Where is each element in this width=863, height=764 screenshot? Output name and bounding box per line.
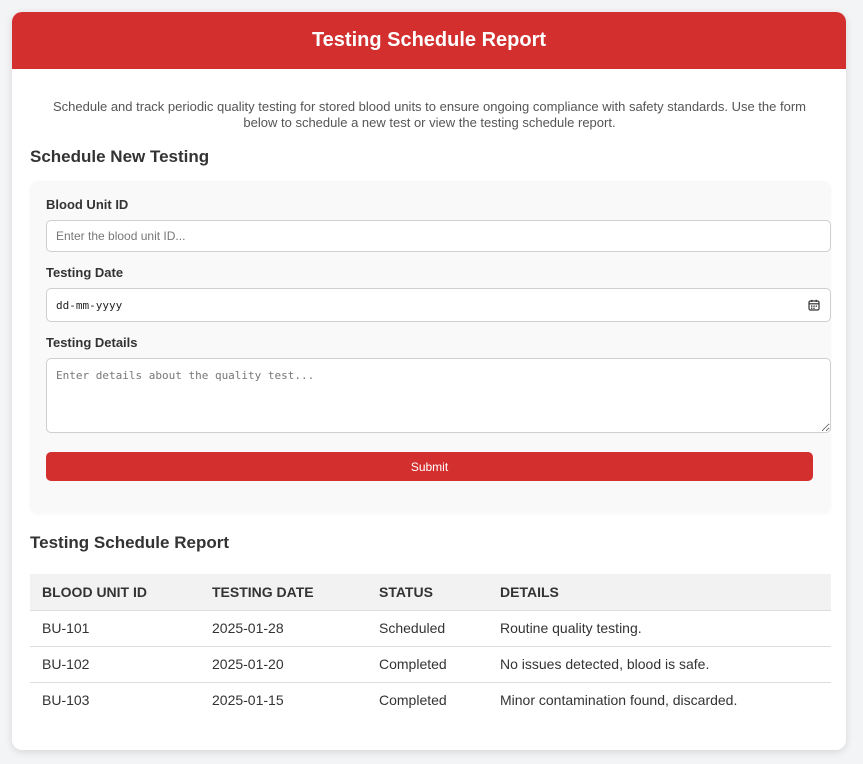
cell-status: Completed — [379, 692, 447, 709]
cell-details: Routine quality testing. — [488, 610, 831, 647]
cell-testing-date: 2025-01-28 — [200, 610, 367, 647]
report-card: Testing Schedule Report Schedule and tra… — [12, 12, 846, 750]
cell-blood-unit-id: BU-101 — [30, 610, 200, 647]
testing-details-textarea[interactable] — [46, 358, 831, 433]
main-content: Schedule and track periodic quality test… — [12, 99, 846, 718]
schedule-form-title: Schedule New Testing — [30, 147, 210, 166]
schedule-form: Blood Unit ID Testing Date dd-mm-yyyy Te — [30, 181, 831, 513]
intro-text: Schedule and track periodic quality test… — [53, 99, 806, 130]
blood-unit-id-input[interactable] — [46, 220, 831, 252]
submit-button[interactable]: Submit — [46, 452, 813, 481]
cell-testing-date: 2025-01-20 — [200, 646, 367, 683]
table-header-row: Blood Unit ID Testing Date Status Detail… — [30, 574, 831, 611]
testing-date-input[interactable]: dd-mm-yyyy — [46, 288, 831, 322]
table-row: BU-102 2025-01-20 Completed No issues de… — [30, 646, 831, 683]
calendar-icon[interactable] — [808, 299, 820, 311]
page-title: Testing Schedule Report — [311, 29, 547, 51]
testing-date-label: Testing Date — [46, 265, 124, 280]
testing-details-label: Testing Details — [46, 335, 138, 350]
testing-date-value: dd-mm-yyyy — [56, 298, 123, 312]
cell-details: No issues detected, blood is safe. — [488, 646, 831, 683]
column-header-testing-date: Testing Date — [200, 574, 367, 611]
page-header: Testing Schedule Report — [12, 12, 846, 69]
cell-status: Scheduled — [367, 610, 488, 647]
table-row: BU-101 2025-01-28 Scheduled Routine qual… — [30, 610, 831, 647]
column-header-blood-unit-id: Blood Unit ID — [30, 574, 200, 611]
cell-blood-unit-id: BU-103 — [42, 692, 90, 709]
blood-unit-id-label: Blood Unit ID — [46, 197, 129, 212]
column-header-details: Details — [488, 574, 831, 611]
cell-testing-date: 2025-01-15 — [212, 692, 284, 709]
cell-status: Completed — [367, 646, 488, 683]
cell-details: Minor contamination found, discarded. — [500, 692, 738, 709]
testing-schedule-table: Blood Unit ID Testing Date Status Detail… — [30, 574, 831, 718]
report-table-title: Testing Schedule Report — [30, 533, 229, 552]
column-header-status: Status — [367, 574, 488, 611]
table-row: BU-103 2025-01-15 Completed Minor contam… — [30, 682, 831, 718]
cell-blood-unit-id: BU-102 — [30, 646, 200, 683]
